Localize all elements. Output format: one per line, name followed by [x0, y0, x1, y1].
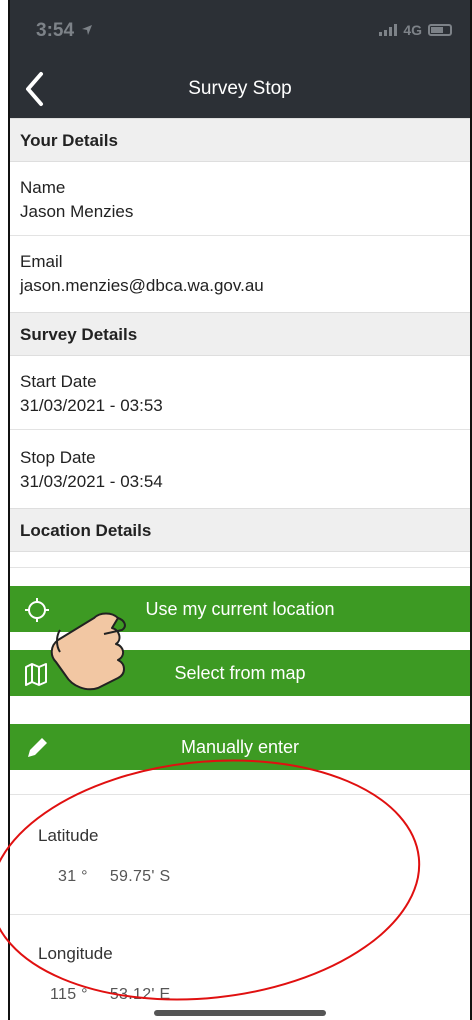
- divider: [10, 794, 470, 795]
- field-name: Name Jason Menzies: [10, 162, 470, 236]
- home-indicator: [154, 1010, 326, 1016]
- longitude-degrees: 115 °: [50, 986, 88, 1003]
- select-from-map-button[interactable]: Select from map: [10, 650, 470, 696]
- battery-icon: [428, 24, 452, 36]
- navigation-bar: Survey Stop: [10, 60, 470, 118]
- field-start-date-label: Start Date: [20, 372, 97, 391]
- page-title: Survey Stop: [188, 78, 292, 99]
- latitude-degrees: 31 °: [58, 868, 88, 885]
- use-current-location-label: Use my current location: [145, 599, 335, 619]
- network-type: 4G: [403, 22, 422, 38]
- divider: [10, 914, 470, 915]
- field-stop-date-value: 31/03/2021 - 03:54: [20, 472, 163, 491]
- latitude-value[interactable]: 31 ° 59.75' S: [58, 868, 170, 886]
- field-email-label: Email: [20, 252, 63, 271]
- section-your-details: Your Details: [10, 118, 470, 162]
- location-arrow-icon: [82, 25, 93, 35]
- field-stop-date-label: Stop Date: [20, 448, 96, 467]
- divider: [10, 567, 470, 568]
- phone-screen: 3:54 4G Survey Stop Your Details Name Ja…: [8, 0, 472, 1020]
- manually-enter-label: Manually enter: [180, 737, 300, 757]
- signal-icon: [379, 24, 398, 36]
- section-location-details: Location Details: [10, 508, 470, 552]
- field-stop-date: Stop Date 31/03/2021 - 03:54: [10, 430, 470, 508]
- field-start-date: Start Date 31/03/2021 - 03:53: [10, 356, 470, 430]
- field-name-value: Jason Menzies: [20, 202, 134, 221]
- status-indicators: 4G: [379, 22, 452, 38]
- use-current-location-button[interactable]: Use my current location: [10, 586, 470, 632]
- status-bar: 3:54 4G: [10, 0, 470, 60]
- longitude-label: Longitude: [38, 944, 113, 963]
- field-name-label: Name: [20, 178, 66, 197]
- status-time: 3:54: [36, 20, 93, 42]
- select-from-map-label: Select from map: [174, 663, 306, 683]
- latitude-minutes: 59.75' S: [109, 868, 171, 885]
- latitude-label: Latitude: [38, 826, 99, 845]
- field-email: Email jason.menzies@dbca.wa.gov.au: [10, 236, 470, 312]
- longitude-minutes: 53.12' E: [109, 986, 171, 1003]
- field-email-value: jason.menzies@dbca.wa.gov.au: [20, 276, 264, 295]
- section-survey-details: Survey Details: [10, 312, 470, 356]
- longitude-value[interactable]: 115 ° 53.12' E: [50, 986, 170, 1004]
- field-start-date-value: 31/03/2021 - 03:53: [20, 396, 163, 415]
- manually-enter-button[interactable]: Manually enter: [10, 724, 470, 770]
